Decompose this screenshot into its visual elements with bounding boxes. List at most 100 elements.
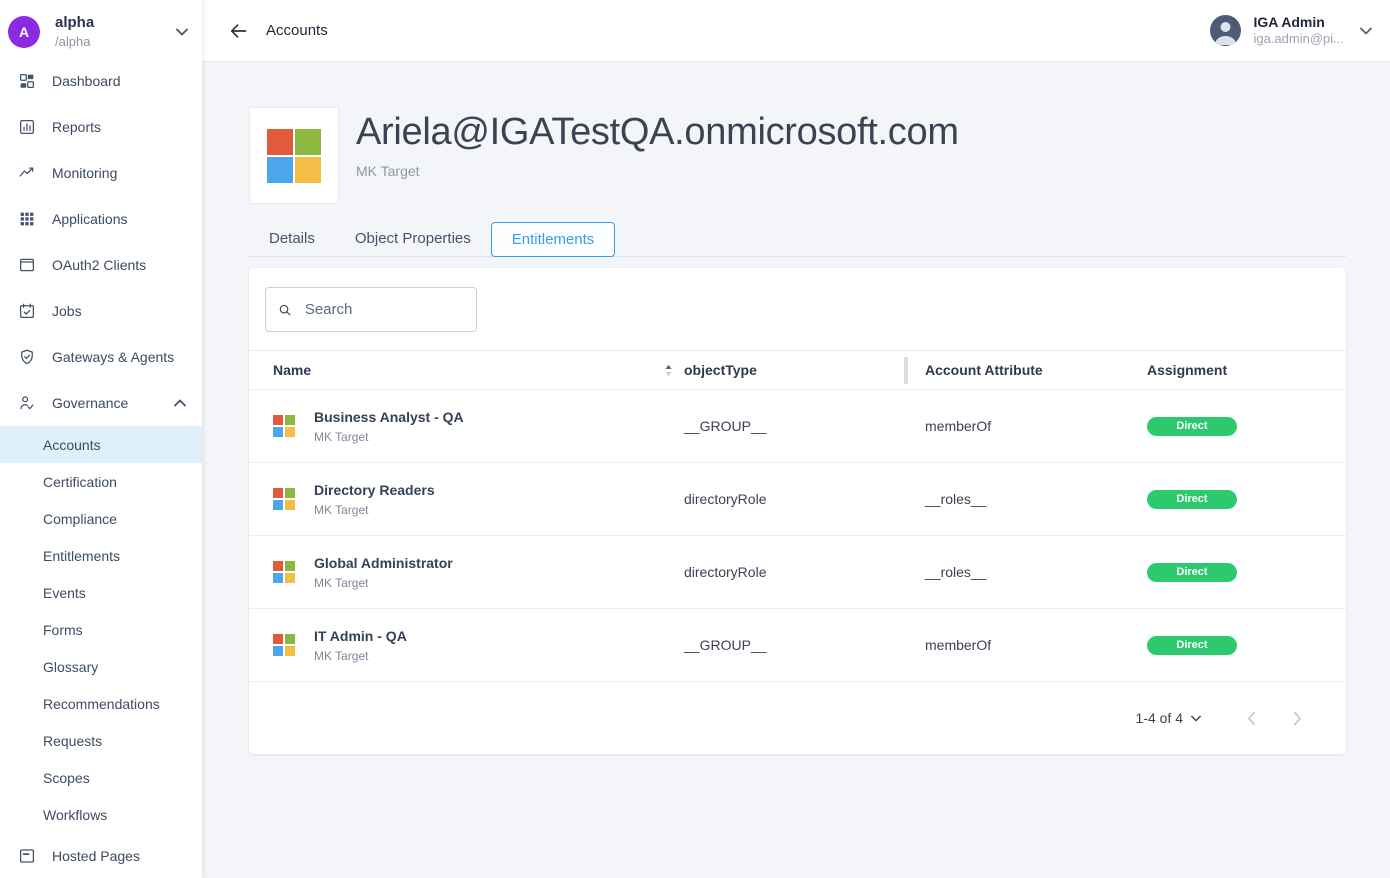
sidebar-item-label: Hosted Pages [52, 848, 140, 864]
sidebar-item-recommendations[interactable]: Recommendations [0, 685, 202, 722]
sidebar-item-glossary[interactable]: Glossary [0, 648, 202, 685]
pagination-previous-button[interactable] [1239, 706, 1263, 730]
pagination-range-selector[interactable]: 1-4 of 4 [1136, 710, 1201, 726]
sidebar-item-jobs[interactable]: Jobs [0, 288, 202, 334]
sidebar-item-label: OAuth2 Clients [52, 257, 146, 273]
microsoft-logo-icon [267, 129, 321, 183]
entitlement-name: IT Admin - QA [314, 628, 407, 644]
gateways-agents-icon [18, 348, 36, 366]
user-menu[interactable]: IGA Admin iga.admin@pi... [1210, 14, 1372, 48]
page-title: Ariela@IGATestQA.onmicrosoft.com [356, 110, 959, 154]
table-header: Name objectType Account Attribute Assign… [249, 350, 1346, 389]
workspace-name: alpha [55, 14, 94, 33]
microsoft-logo-icon [273, 561, 295, 583]
sidebar-item-compliance[interactable]: Compliance [0, 500, 202, 537]
sidebar-item-scopes[interactable]: Scopes [0, 759, 202, 796]
sidebar-subnav-governance: AccountsCertificationComplianceEntitleme… [0, 426, 202, 833]
object-type-cell: __GROUP__ [684, 418, 904, 434]
sidebar-item-gateways-agents[interactable]: Gateways & Agents [0, 334, 202, 380]
governance-icon [18, 394, 36, 412]
microsoft-logo-icon [273, 415, 295, 437]
table-row[interactable]: IT Admin - QA MK Target __GROUP__ member… [249, 608, 1346, 681]
breadcrumb-title: Accounts [266, 22, 328, 39]
object-type-cell: __GROUP__ [684, 637, 904, 653]
account-attribute-cell: __roles__ [908, 564, 1125, 580]
chevron-left-icon [1247, 711, 1256, 726]
sidebar-nav: Dashboard Reports Monitoring Applications OA… [0, 58, 202, 878]
object-type-cell: directoryRole [684, 491, 904, 507]
user-name: IGA Admin [1253, 14, 1344, 32]
workspace-switcher[interactable]: A alpha /alpha [0, 0, 202, 58]
sidebar-item-events[interactable]: Events [0, 574, 202, 611]
microsoft-logo-icon [273, 488, 295, 510]
hosted-pages-icon [18, 847, 36, 865]
sidebar-item-label: Reports [52, 119, 101, 135]
entitlement-name: Directory Readers [314, 482, 435, 498]
sidebar-item-label: Applications [52, 211, 128, 227]
tab-object-properties[interactable]: Object Properties [335, 222, 491, 256]
workspace-path: /alpha [55, 34, 94, 50]
sidebar-item-entitlements[interactable]: Entitlements [0, 537, 202, 574]
sidebar-item-certification[interactable]: Certification [0, 463, 202, 500]
topbar: Accounts IGA Admin iga.admin@pi... [202, 0, 1390, 62]
entitlement-name: Business Analyst - QA [314, 409, 464, 425]
chevron-down-icon [1360, 27, 1372, 35]
chevron-down-icon [1191, 715, 1201, 722]
sidebar-item-label: Monitoring [52, 165, 117, 181]
sidebar-item-workflows[interactable]: Workflows [0, 796, 202, 833]
column-header-name[interactable]: Name [273, 362, 311, 378]
column-header-account-attribute[interactable]: Account Attribute [908, 362, 1125, 378]
sidebar-item-oauth2-clients[interactable]: OAuth2 Clients [0, 242, 202, 288]
assignment-badge: Direct [1147, 563, 1237, 582]
tab-bar: Details Object Properties Entitlements [249, 220, 1346, 257]
search-icon [278, 302, 292, 318]
sidebar: A alpha /alpha Dashboard Reports Monitorin… [0, 0, 202, 878]
account-attribute-cell: memberOf [908, 418, 1125, 434]
entitlements-card: Name objectType Account Attribute Assign… [249, 268, 1346, 754]
pagination-range-label: 1-4 of 4 [1136, 710, 1183, 726]
entitlement-name: Global Administrator [314, 555, 453, 571]
table-row[interactable]: Global Administrator MK Target directory… [249, 535, 1346, 608]
user-avatar-icon [1210, 15, 1241, 46]
user-email: iga.admin@pi... [1253, 31, 1344, 47]
application-logo-card [249, 107, 339, 204]
jobs-icon [18, 302, 36, 320]
entitlement-target: MK Target [314, 503, 435, 517]
sort-ascending-icon[interactable] [663, 362, 674, 379]
monitoring-icon [18, 164, 36, 182]
sidebar-item-reports[interactable]: Reports [0, 104, 202, 150]
column-header-object-type[interactable]: objectType [684, 362, 904, 378]
applications-icon [18, 210, 36, 228]
object-type-cell: directoryRole [684, 564, 904, 580]
pagination-next-button[interactable] [1285, 706, 1309, 730]
table-row[interactable]: Business Analyst - QA MK Target __GROUP_… [249, 389, 1346, 462]
sidebar-item-label: Gateways & Agents [52, 349, 174, 365]
sidebar-item-dashboard[interactable]: Dashboard [0, 58, 202, 104]
chevron-right-icon [1293, 711, 1302, 726]
workspace-avatar: A [8, 16, 40, 48]
back-button[interactable] [226, 19, 250, 43]
table-row[interactable]: Directory Readers MK Target directoryRol… [249, 462, 1346, 535]
sidebar-item-forms[interactable]: Forms [0, 611, 202, 648]
sidebar-item-requests[interactable]: Requests [0, 722, 202, 759]
tab-details[interactable]: Details [249, 222, 335, 256]
sidebar-item-applications[interactable]: Applications [0, 196, 202, 242]
chevron-up-icon [174, 399, 186, 407]
assignment-badge: Direct [1147, 636, 1237, 655]
tab-entitlements[interactable]: Entitlements [491, 222, 616, 257]
sidebar-item-monitoring[interactable]: Monitoring [0, 150, 202, 196]
sidebar-item-label: Dashboard [52, 73, 121, 89]
table-footer: 1-4 of 4 [249, 681, 1346, 754]
sidebar-item-hosted-pages[interactable]: Hosted Pages [0, 833, 202, 878]
search-input[interactable] [303, 300, 464, 319]
chevron-down-icon [176, 28, 188, 36]
dashboard-icon [18, 72, 36, 90]
assignment-badge: Direct [1147, 417, 1237, 436]
entitlement-target: MK Target [314, 430, 464, 444]
sidebar-item-governance[interactable]: Governance [0, 380, 202, 426]
sidebar-item-accounts[interactable]: Accounts [0, 426, 202, 463]
sidebar-item-label: Governance [52, 395, 128, 411]
account-attribute-cell: memberOf [908, 637, 1125, 653]
page-subtitle: MK Target [356, 163, 959, 179]
column-header-assignment[interactable]: Assignment [1125, 362, 1346, 378]
